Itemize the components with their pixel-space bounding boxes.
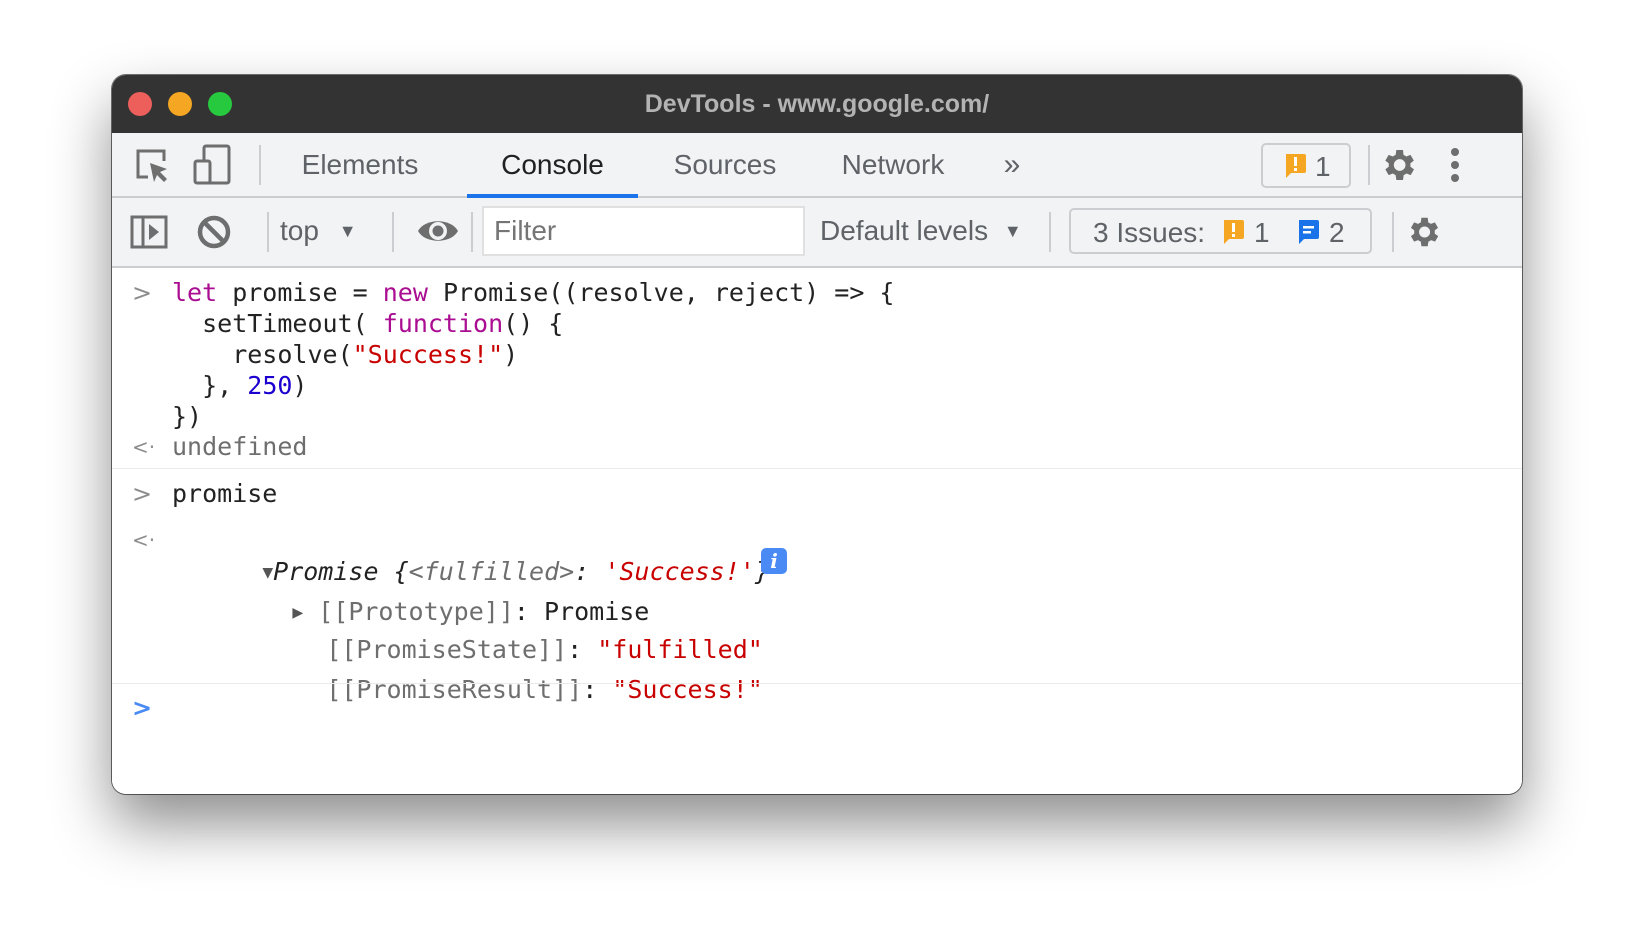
gear-icon	[1385, 150, 1414, 180]
levels-label: Default levels	[820, 215, 989, 246]
property-row: [[PromiseState]]: "fulfilled"	[236, 602, 763, 664]
issues-counter-button[interactable]: 1	[1261, 143, 1351, 188]
dropdown-triangle-icon: ▼	[338, 221, 357, 241]
warning-icon	[1286, 154, 1306, 178]
tab-network[interactable]: Network	[828, 133, 958, 196]
code-line: let promise = new Promise((resolve, reje…	[172, 277, 894, 309]
main-tab-bar: Elements Console Sources Network » 1	[112, 133, 1522, 198]
settings-button[interactable]	[1378, 145, 1418, 185]
code-text: )	[503, 340, 519, 369]
tab-elements[interactable]: Elements	[292, 133, 428, 196]
sidebar-toggle-icon	[130, 215, 168, 249]
inspect-element-button[interactable]	[134, 147, 170, 185]
output-arrow-icon: <·	[132, 528, 156, 552]
info-icon[interactable]: i	[761, 548, 787, 574]
code-text: Promise((resolve, reject) => {	[427, 278, 895, 307]
input-chevron-icon: >	[132, 480, 153, 508]
code-line: setTimeout( function() {	[172, 308, 563, 340]
log-levels-dropdown[interactable]: Default levels ▼	[820, 208, 1030, 254]
property-row: [[PromiseResult]]: "Success!"	[236, 642, 763, 704]
entry-separator	[112, 683, 1522, 684]
output-value: undefined	[172, 432, 308, 461]
entry-separator	[112, 468, 1522, 469]
issues-button[interactable]: 3 Issues: 1 2	[1069, 208, 1372, 254]
divider	[471, 212, 473, 252]
divider	[1368, 145, 1370, 185]
code-number: 250	[247, 371, 293, 400]
title-bar: DevTools - www.google.com/	[112, 75, 1522, 133]
device-toggle-icon	[193, 144, 231, 185]
code-line: })	[172, 401, 202, 433]
divider	[392, 212, 394, 252]
device-toolbar-button[interactable]	[192, 143, 232, 187]
console-prompt-icon: >	[132, 694, 153, 722]
context-selector[interactable]: top ▼	[280, 208, 380, 254]
dropdown-triangle-icon: ▼	[1003, 221, 1022, 241]
output-arrow-icon: <·	[132, 435, 156, 459]
context-label: top	[280, 215, 319, 246]
tab-label: Elements	[301, 149, 419, 180]
console-output: > let promise = new Promise((resolve, re…	[112, 268, 1522, 794]
divider	[1049, 212, 1051, 252]
gear-icon	[1410, 217, 1439, 247]
filter-input[interactable]	[482, 206, 805, 256]
code-text: },	[172, 371, 248, 400]
tab-label: Network	[841, 149, 945, 180]
input-expression: promise	[172, 479, 278, 508]
code-text: setTimeout(	[172, 309, 383, 338]
code-text: })	[172, 402, 203, 431]
clear-console-button[interactable]	[196, 214, 232, 250]
eye-icon	[418, 221, 458, 241]
divider	[267, 212, 269, 252]
block-icon	[197, 215, 231, 249]
live-expression-button[interactable]	[417, 215, 459, 247]
divider	[1392, 212, 1394, 252]
divider	[259, 145, 261, 185]
code-keyword: function	[382, 309, 504, 338]
code-keyword: new	[382, 278, 428, 307]
toggle-sidebar-button[interactable]	[130, 215, 168, 249]
warning-count: 1	[1315, 151, 1331, 182]
warning-count: 1	[1254, 217, 1270, 248]
input-chevron-icon: >	[132, 279, 153, 307]
info-count: 2	[1329, 217, 1345, 248]
console-prompt-input[interactable]	[172, 692, 1472, 724]
promise-object-summary[interactable]: ▼Promise {<fulfilled>: 'Success!'}	[172, 524, 770, 586]
window-title: DevTools - www.google.com/	[644, 90, 990, 118]
code-keyword: let	[172, 278, 218, 307]
info-message-icon	[1299, 220, 1319, 244]
tab-label: Sources	[673, 149, 777, 180]
chevron-double-right-icon: »	[1003, 148, 1021, 181]
tab-label: Console	[501, 149, 604, 180]
kebab-menu-icon	[1451, 148, 1459, 182]
code-string: "Success!"	[352, 340, 504, 369]
more-tabs-button[interactable]: »	[992, 133, 1032, 196]
property-row[interactable]: ▶ [[Prototype]]: Promise	[202, 564, 649, 626]
inspect-element-icon	[136, 149, 167, 182]
code-text: () {	[503, 309, 564, 338]
code-text: promise =	[217, 278, 383, 307]
code-text: )	[292, 371, 308, 400]
code-line: }, 250)	[172, 370, 307, 402]
tab-console[interactable]: Console	[467, 133, 638, 198]
issues-label: 3 Issues:	[1093, 217, 1206, 248]
tab-sources[interactable]: Sources	[660, 133, 790, 196]
customize-menu-button[interactable]	[1445, 143, 1465, 187]
code-line: resolve("Success!")	[172, 339, 518, 371]
code-text: resolve(	[172, 340, 353, 369]
warning-icon	[1224, 220, 1244, 244]
console-toolbar: top ▼ Default levels ▼ 3 Issues: 1	[112, 198, 1522, 268]
devtools-window: DevTools - www.google.com/ Elements Cons…	[112, 75, 1522, 794]
console-settings-button[interactable]	[1404, 213, 1442, 251]
